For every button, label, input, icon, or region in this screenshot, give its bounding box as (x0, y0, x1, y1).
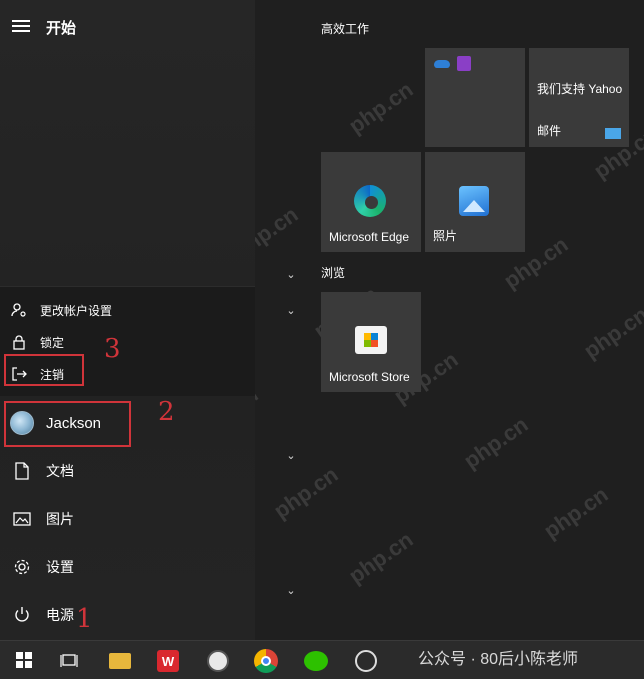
chevron-down-icon[interactable]: ⌄ (285, 304, 297, 317)
tile-label: Microsoft Edge (329, 230, 410, 244)
annotation-number-3: 3 (104, 334, 121, 364)
chrome-icon[interactable] (252, 647, 280, 675)
watermark-text: php.cn (579, 301, 644, 364)
nav-label: 文档 (46, 463, 74, 479)
lock-item[interactable]: 锁定 (0, 327, 255, 357)
power-button[interactable]: 电源 (0, 593, 255, 637)
annotation-number-1: 1 (76, 604, 93, 634)
wechat-icon[interactable] (302, 647, 330, 675)
onedrive-icon (434, 60, 450, 68)
onenote-icon (457, 56, 471, 71)
popup-item-label: 更改帐户设置 (40, 303, 113, 318)
tile-text: 我们支持 Yahoo (537, 82, 623, 96)
settings-button[interactable]: 设置 (0, 545, 255, 589)
start-button[interactable] (8, 645, 40, 675)
picture-icon (11, 508, 33, 530)
nav-label: 电源 (46, 607, 74, 623)
start-title: 开始 (46, 20, 77, 37)
nav-label: 图片 (46, 511, 74, 527)
chevron-down-icon[interactable]: ⌄ (285, 584, 297, 597)
wps-icon[interactable]: W (154, 647, 182, 675)
tile-label: Microsoft Store (329, 370, 410, 384)
popup-item-label: 锁定 (40, 335, 65, 350)
office-tile[interactable] (425, 48, 525, 147)
power-icon (11, 604, 33, 626)
watermark-text: php.cn (344, 526, 418, 589)
yahoo-mail-tile[interactable]: 我们支持 Yahoo 邮件 (529, 48, 629, 147)
gear-icon (11, 556, 33, 578)
annotation-number-2: 2 (158, 397, 175, 427)
watermark-text: php.cn (344, 76, 418, 139)
change-account-settings-item[interactable]: 更改帐户设置 (0, 295, 255, 325)
mail-icon (605, 128, 621, 139)
group-title-productivity[interactable]: 高效工作 (321, 20, 369, 37)
photos-tile[interactable]: 照片 (425, 152, 525, 252)
watermark-text: php.cn (269, 461, 343, 524)
start-left-column: 开始 更改帐户设置 锁定 注销 Jackson 文档 图片 设置 电源 (0, 0, 255, 640)
photos-icon-mountain (463, 200, 485, 212)
store-icon-logo (364, 333, 378, 347)
clock-app-icon[interactable] (204, 647, 232, 675)
file-explorer-icon[interactable] (106, 647, 134, 675)
watermark-text: php.cn (459, 411, 533, 474)
group-title-explore[interactable]: 浏览 (321, 264, 345, 281)
watermark-text: php.cn (539, 481, 613, 544)
watermark-caption: 公众号 · 80后小陈老师 (418, 651, 579, 668)
edge-icon-inner (365, 196, 378, 209)
annotation-box-sign-out (4, 354, 84, 386)
person-settings-icon (11, 302, 27, 318)
pictures-button[interactable]: 图片 (0, 497, 255, 541)
task-view-icon[interactable] (55, 647, 83, 675)
document-icon (11, 460, 33, 482)
nav-label: 设置 (46, 559, 74, 575)
chevron-down-icon[interactable]: ⌄ (285, 268, 297, 281)
tile-label: 邮件 (537, 124, 562, 138)
hamburger-menu-icon[interactable] (12, 19, 30, 33)
documents-button[interactable]: 文档 (0, 449, 255, 493)
windows-logo-icon (16, 652, 32, 668)
store-tile[interactable]: Microsoft Store (321, 292, 421, 392)
app-icon[interactable] (352, 647, 380, 675)
edge-tile[interactable]: Microsoft Edge (321, 152, 421, 252)
tile-label: 照片 (433, 229, 458, 243)
lock-icon (11, 334, 27, 350)
chevron-down-icon[interactable]: ⌄ (285, 449, 297, 462)
annotation-box-user (4, 401, 131, 447)
